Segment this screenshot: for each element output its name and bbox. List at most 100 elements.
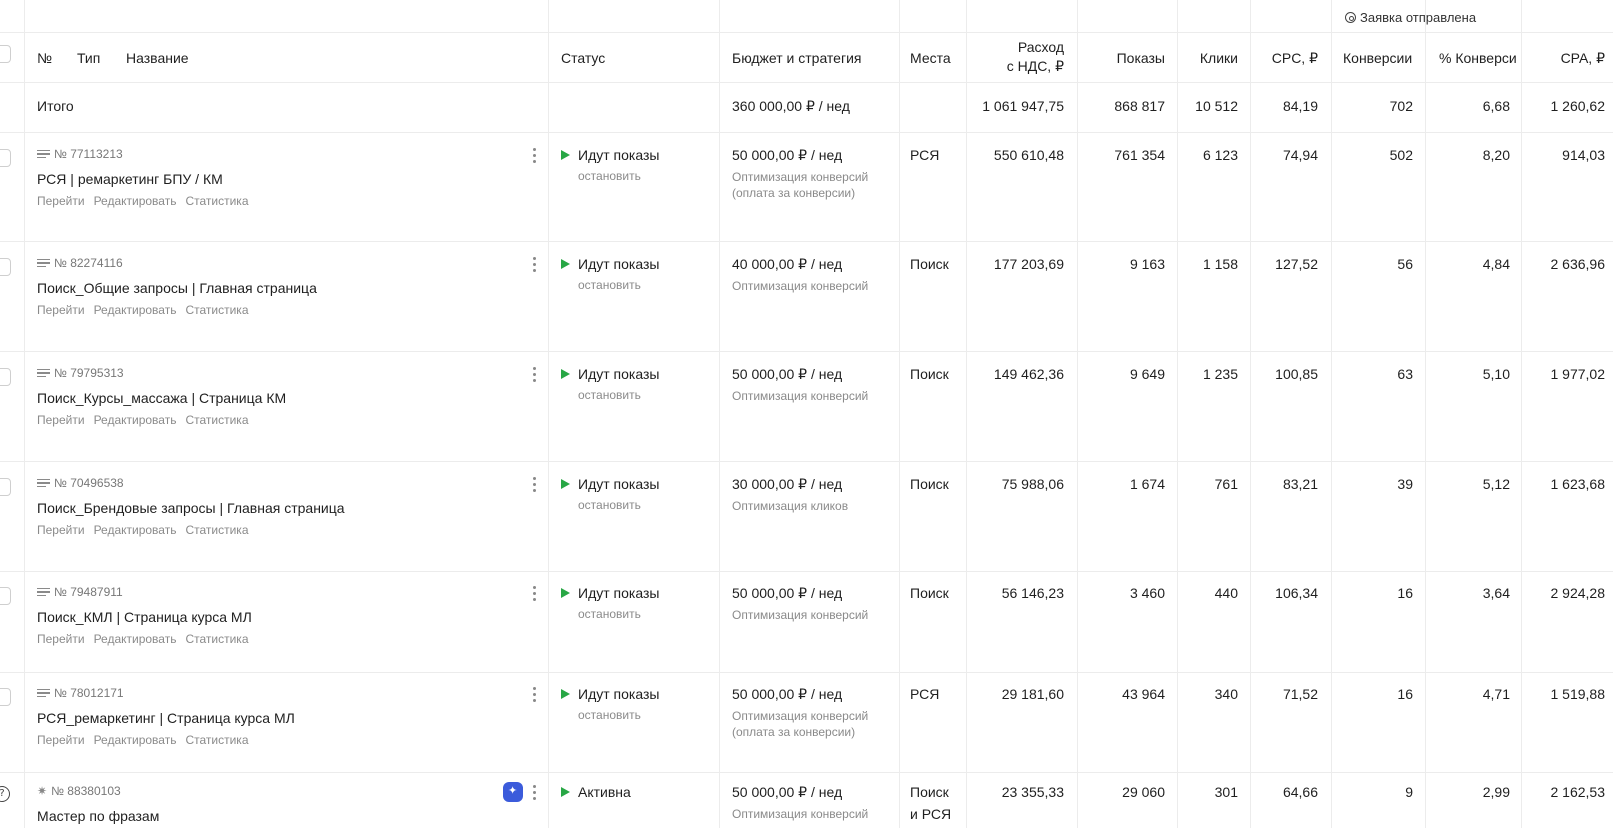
edit-link[interactable]: Редактировать — [94, 523, 177, 537]
edit-link[interactable]: Редактировать — [94, 303, 177, 317]
select-all-checkbox[interactable] — [0, 45, 11, 63]
header-status[interactable]: Статус — [561, 50, 605, 66]
stats-link[interactable]: Статистика — [185, 632, 248, 646]
budget-value[interactable]: 30 000,00 ₽ / нед — [732, 476, 842, 493]
stats-link[interactable]: Статистика — [185, 194, 248, 208]
stop-link[interactable]: остановить — [578, 708, 641, 722]
impressions-value: 9 649 — [1129, 366, 1165, 382]
campaign-name[interactable]: Поиск_Курсы_массажа | Страница КМ — [37, 390, 286, 406]
edit-link[interactable]: Редактировать — [94, 413, 177, 427]
row-divider — [0, 82, 1613, 83]
total-conversions: 702 — [1389, 98, 1413, 114]
edit-link[interactable]: Редактировать — [94, 194, 177, 208]
go-link[interactable]: Перейти — [37, 733, 85, 747]
more-menu-icon[interactable] — [533, 586, 537, 602]
edit-link[interactable]: Редактировать — [94, 632, 177, 646]
impressions-value: 29 060 — [1122, 784, 1165, 800]
campaign-id: ✷ № 88380103 — [37, 784, 121, 798]
header-num[interactable]: № — [37, 50, 52, 66]
placement-line1: Поиск — [910, 256, 949, 272]
campaign-id-text: № 79795313 — [54, 366, 124, 380]
conv-rate-value: 4,84 — [1482, 256, 1510, 272]
row-checkbox[interactable] — [0, 688, 11, 706]
total-spend: 1 061 947,75 — [982, 98, 1064, 114]
help-icon[interactable]: ? — [0, 786, 10, 802]
strategy-line1: Оптимизация конверсий — [732, 807, 869, 821]
total-cpc: 84,19 — [1282, 98, 1318, 114]
cpc-value: 100,85 — [1275, 366, 1318, 382]
header-conv-rate[interactable]: % Конверси — [1439, 50, 1519, 66]
header-type[interactable]: Тип — [77, 50, 100, 66]
clicks-value: 340 — [1214, 686, 1238, 702]
campaign-status: Идут показы — [561, 686, 659, 702]
budget-value[interactable]: 50 000,00 ₽ / нед — [732, 784, 842, 801]
go-link[interactable]: Перейти — [37, 303, 85, 317]
clicks-value: 761 — [1214, 476, 1238, 492]
header-places[interactable]: Места — [910, 50, 951, 66]
more-menu-icon[interactable] — [533, 687, 537, 703]
placement: Поиск и РСЯ — [910, 781, 951, 825]
campaign-name[interactable]: Поиск_КМЛ | Страница курса МЛ — [37, 609, 252, 625]
request-sent-status: Заявка отправлена — [1345, 10, 1476, 25]
more-menu-icon[interactable] — [533, 148, 537, 164]
ai-badge-icon[interactable] — [503, 782, 523, 802]
header-conversions[interactable]: Конверсии — [1343, 50, 1412, 66]
header-cpa[interactable]: CPA, ₽ — [1524, 50, 1605, 67]
campaign-name[interactable]: Поиск_Брендовые запросы | Главная страни… — [37, 500, 345, 516]
go-link[interactable]: Перейти — [37, 194, 85, 208]
header-cpc[interactable]: CPC, ₽ — [1253, 50, 1318, 67]
more-menu-icon[interactable] — [533, 785, 537, 801]
campaign-name[interactable]: Поиск_Общие запросы | Главная страница — [37, 280, 317, 296]
header-name[interactable]: Название — [126, 50, 189, 66]
edit-link[interactable]: Редактировать — [94, 733, 177, 747]
strategy-name: Оптимизация конверсий (оплата за конверс… — [732, 708, 868, 740]
row-checkbox[interactable] — [0, 587, 11, 605]
campaign-actions: Перейти Редактировать Статистика — [37, 303, 249, 317]
stop-link[interactable]: остановить — [578, 278, 641, 292]
row-checkbox[interactable] — [0, 258, 11, 276]
row-checkbox[interactable] — [0, 478, 11, 496]
campaign-status: Активна — [561, 784, 631, 800]
go-link[interactable]: Перейти — [37, 632, 85, 646]
row-checkbox[interactable] — [0, 149, 11, 167]
stop-link[interactable]: остановить — [578, 169, 641, 183]
stats-link[interactable]: Статистика — [185, 733, 248, 747]
stats-link[interactable]: Статистика — [185, 303, 248, 317]
cpc-value: 71,52 — [1282, 686, 1318, 702]
campaign-status: Идут показы — [561, 147, 659, 163]
go-link[interactable]: Перейти — [37, 413, 85, 427]
more-menu-icon[interactable] — [533, 257, 537, 273]
more-menu-icon[interactable] — [533, 367, 537, 383]
stop-link[interactable]: остановить — [578, 607, 641, 621]
stats-link[interactable]: Статистика — [185, 523, 248, 537]
header-budget[interactable]: Бюджет и стратегия — [732, 50, 861, 66]
placement: Поиск — [910, 363, 949, 385]
header-clicks[interactable]: Клики — [1180, 50, 1238, 66]
strategy-line2: (оплата за конверсии) — [732, 186, 856, 200]
more-menu-icon[interactable] — [533, 477, 537, 493]
header-impressions[interactable]: Показы — [1080, 50, 1165, 66]
text-campaign-icon — [37, 478, 50, 488]
play-icon — [561, 479, 570, 489]
stop-link[interactable]: остановить — [578, 388, 641, 402]
campaign-name[interactable]: РСЯ_ремаркетинг | Страница курса МЛ — [37, 710, 295, 726]
budget-value[interactable]: 40 000,00 ₽ / нед — [732, 256, 842, 273]
stats-link[interactable]: Статистика — [185, 413, 248, 427]
total-budget: 360 000,00 ₽ / нед — [732, 98, 850, 114]
clicks-value: 1 235 — [1202, 366, 1238, 382]
budget-value[interactable]: 50 000,00 ₽ / нед — [732, 147, 842, 164]
campaign-name[interactable]: РСЯ | ремаркетинг БПУ / КМ — [37, 171, 223, 187]
campaign-id-text: № 77113213 — [54, 147, 123, 161]
campaign-name[interactable]: Мастер по фразам — [37, 808, 159, 824]
stop-link[interactable]: остановить — [578, 498, 641, 512]
budget-value[interactable]: 50 000,00 ₽ / нед — [732, 585, 842, 602]
strategy-name: Оптимизация конверсий — [732, 388, 868, 404]
budget-value[interactable]: 50 000,00 ₽ / нед — [732, 366, 842, 383]
header-spend[interactable]: Расход с НДС, ₽ — [970, 38, 1064, 76]
status-text: Идут показы — [578, 366, 660, 382]
budget-value[interactable]: 50 000,00 ₽ / нед — [732, 686, 842, 703]
row-divider — [0, 241, 1613, 242]
row-checkbox[interactable] — [0, 368, 11, 386]
go-link[interactable]: Перейти — [37, 523, 85, 537]
placement-line2: и РСЯ — [910, 806, 952, 822]
